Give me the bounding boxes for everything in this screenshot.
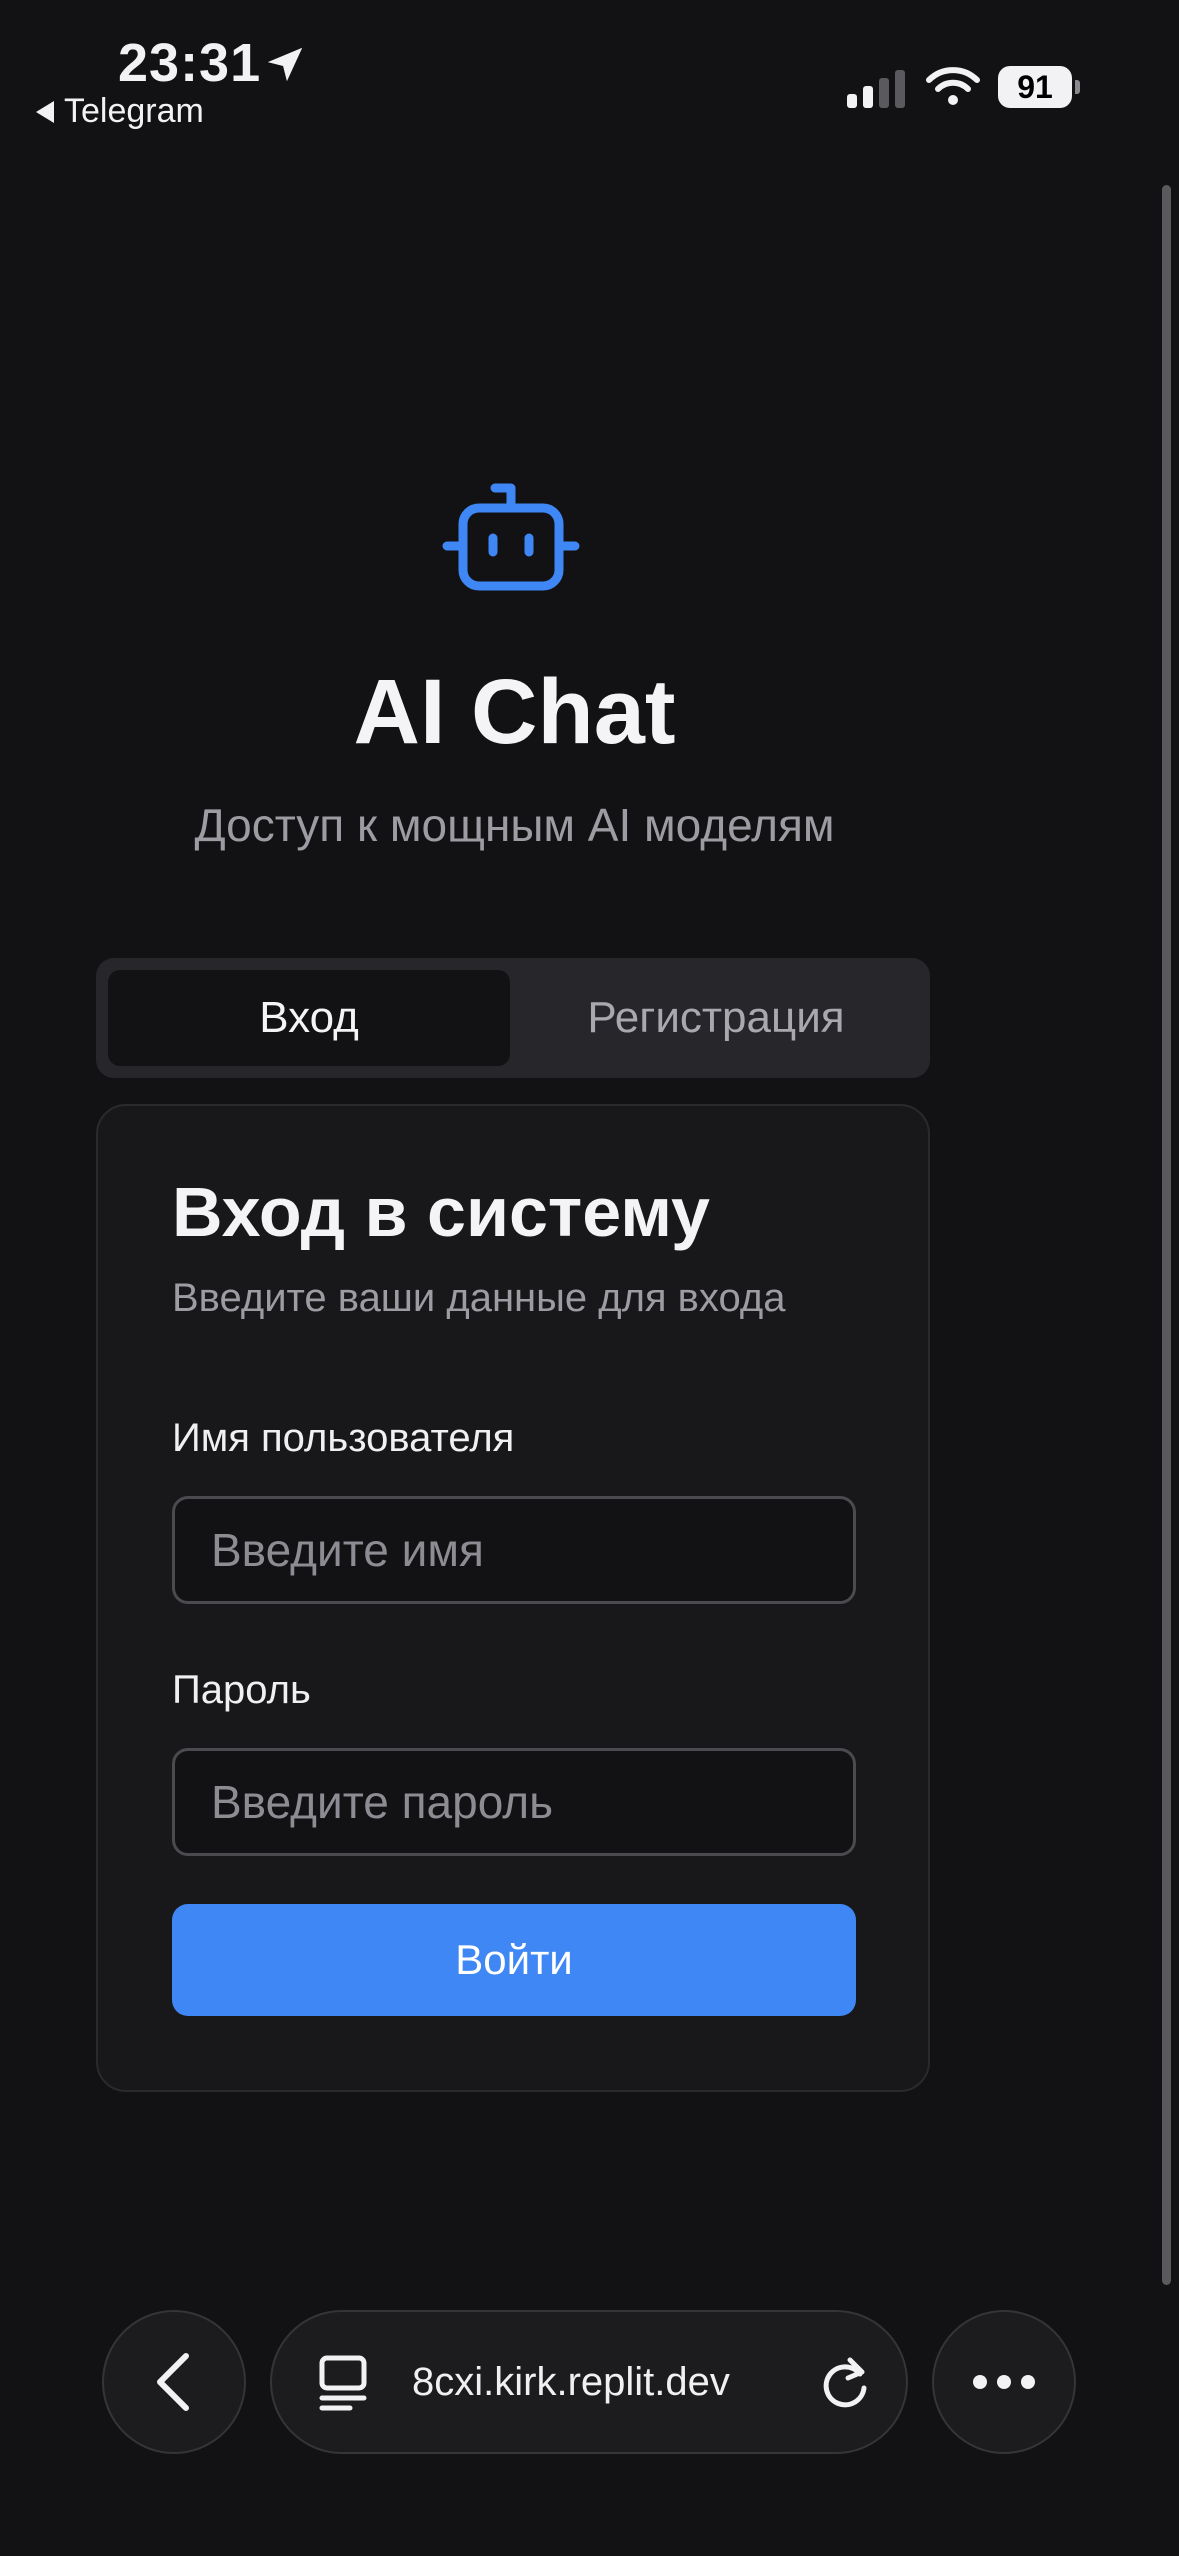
- url-text: 8cxi.kirk.replit.dev: [412, 2360, 730, 2404]
- password-label: Пароль: [172, 1668, 311, 1712]
- more-icon: [973, 2375, 1035, 2389]
- reload-icon[interactable]: [816, 2354, 874, 2412]
- back-app-label: Telegram: [64, 92, 204, 130]
- tab-login[interactable]: Вход: [108, 970, 510, 1066]
- back-to-telegram[interactable]: Telegram: [36, 92, 204, 131]
- auth-tabs: Вход Регистрация: [96, 958, 930, 1078]
- username-input[interactable]: [172, 1496, 856, 1604]
- reader-icon[interactable]: [316, 2354, 370, 2412]
- back-triangle-icon: [36, 100, 54, 123]
- more-button[interactable]: [932, 2310, 1076, 2454]
- browser-back-button[interactable]: [102, 2310, 246, 2454]
- location-arrow-icon: [267, 47, 303, 82]
- login-button[interactable]: Войти: [172, 1904, 856, 2016]
- scrollbar-thumb[interactable]: [1162, 185, 1171, 2285]
- cellular-signal-icon: [847, 70, 905, 108]
- chevron-left-icon: [157, 2353, 189, 2411]
- battery-level: 91: [998, 66, 1072, 108]
- status-time: 23:31: [118, 33, 262, 93]
- app-title: AI Chat: [353, 661, 676, 763]
- password-input[interactable]: [172, 1748, 856, 1856]
- username-label: Имя пользователя: [172, 1416, 515, 1460]
- bot-icon: [442, 483, 580, 591]
- login-screen: 23:31 Telegram 91 AI Chat Доступ к мощны…: [0, 0, 1179, 2556]
- wifi-icon: [926, 67, 980, 105]
- address-bar[interactable]: 8cxi.kirk.replit.dev: [270, 2310, 908, 2454]
- tab-register[interactable]: Регистрация: [514, 970, 918, 1066]
- app-subtitle: Доступ к мощным AI моделям: [194, 799, 835, 851]
- battery-icon: 91: [998, 66, 1080, 108]
- card-title: Вход в систему: [172, 1173, 710, 1251]
- card-subtitle: Введите ваши данные для входа: [172, 1276, 786, 1320]
- login-card: Вход в систему Введите ваши данные для в…: [96, 1104, 930, 2092]
- battery-nub: [1075, 80, 1080, 94]
